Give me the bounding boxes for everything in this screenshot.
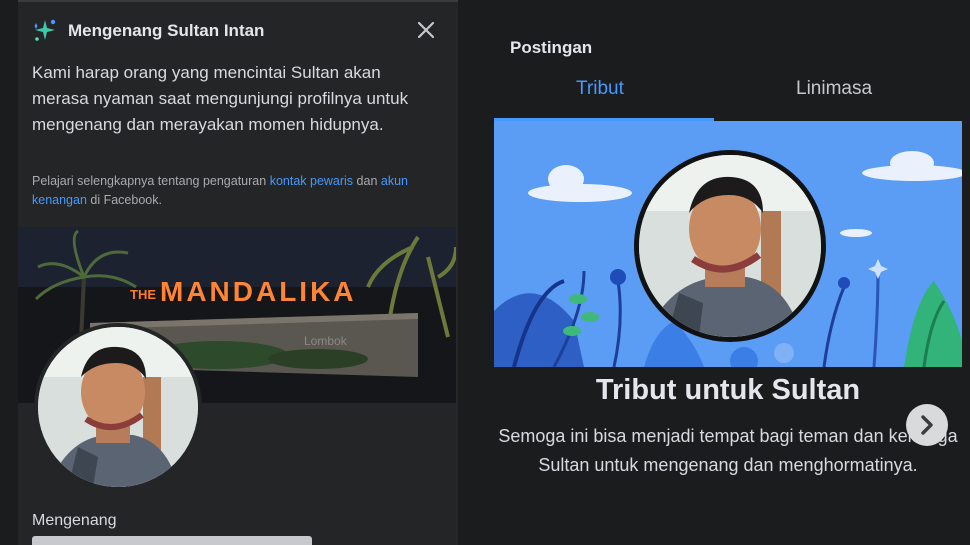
learn-suffix: di Facebook. — [86, 193, 162, 207]
posts-section-title: Postingan — [510, 38, 593, 57]
cover-sign-sub: Lombok — [304, 334, 348, 348]
tab-tribut[interactable]: Tribut — [576, 78, 624, 100]
profile-picture — [639, 155, 821, 337]
close-icon[interactable] — [414, 18, 438, 42]
profile-name-cutoff — [32, 536, 312, 545]
tab-linimasa[interactable]: Linimasa — [796, 78, 872, 100]
learn-middle: dan — [353, 174, 381, 188]
next-button[interactable] — [906, 404, 948, 446]
cover-sign: MANDALIKA — [160, 276, 357, 307]
legacy-contact-link[interactable]: kontak pewaris — [270, 174, 353, 188]
memorial-label: Mengenang — [32, 512, 117, 529]
sparkle-icon — [34, 19, 56, 41]
memorial-info-panel: Mengenang Sultan Intan Kami harap orang … — [18, 0, 458, 545]
tribute-title: Tribut untuk Sultan — [595, 374, 861, 406]
learn-prefix: Pelajari selengkapnya tentang pengaturan — [32, 174, 270, 188]
profile-picture — [38, 327, 198, 487]
learn-more-text: Pelajari selengkapnya tentang pengaturan… — [32, 172, 452, 210]
chevron-right-icon — [921, 415, 933, 435]
tribute-profile-photo[interactable] — [634, 150, 826, 342]
profile-photo[interactable] — [34, 323, 202, 491]
tribute-description: Semoga ini bisa menjadi tempat bagi tema… — [498, 426, 958, 475]
panel-title: Mengenang Sultan Intan — [68, 21, 265, 40]
cover-sign-small: THE — [130, 287, 156, 302]
intro-text: Kami harap orang yang mencintai Sultan a… — [32, 63, 409, 134]
panel-divider — [18, 0, 458, 2]
